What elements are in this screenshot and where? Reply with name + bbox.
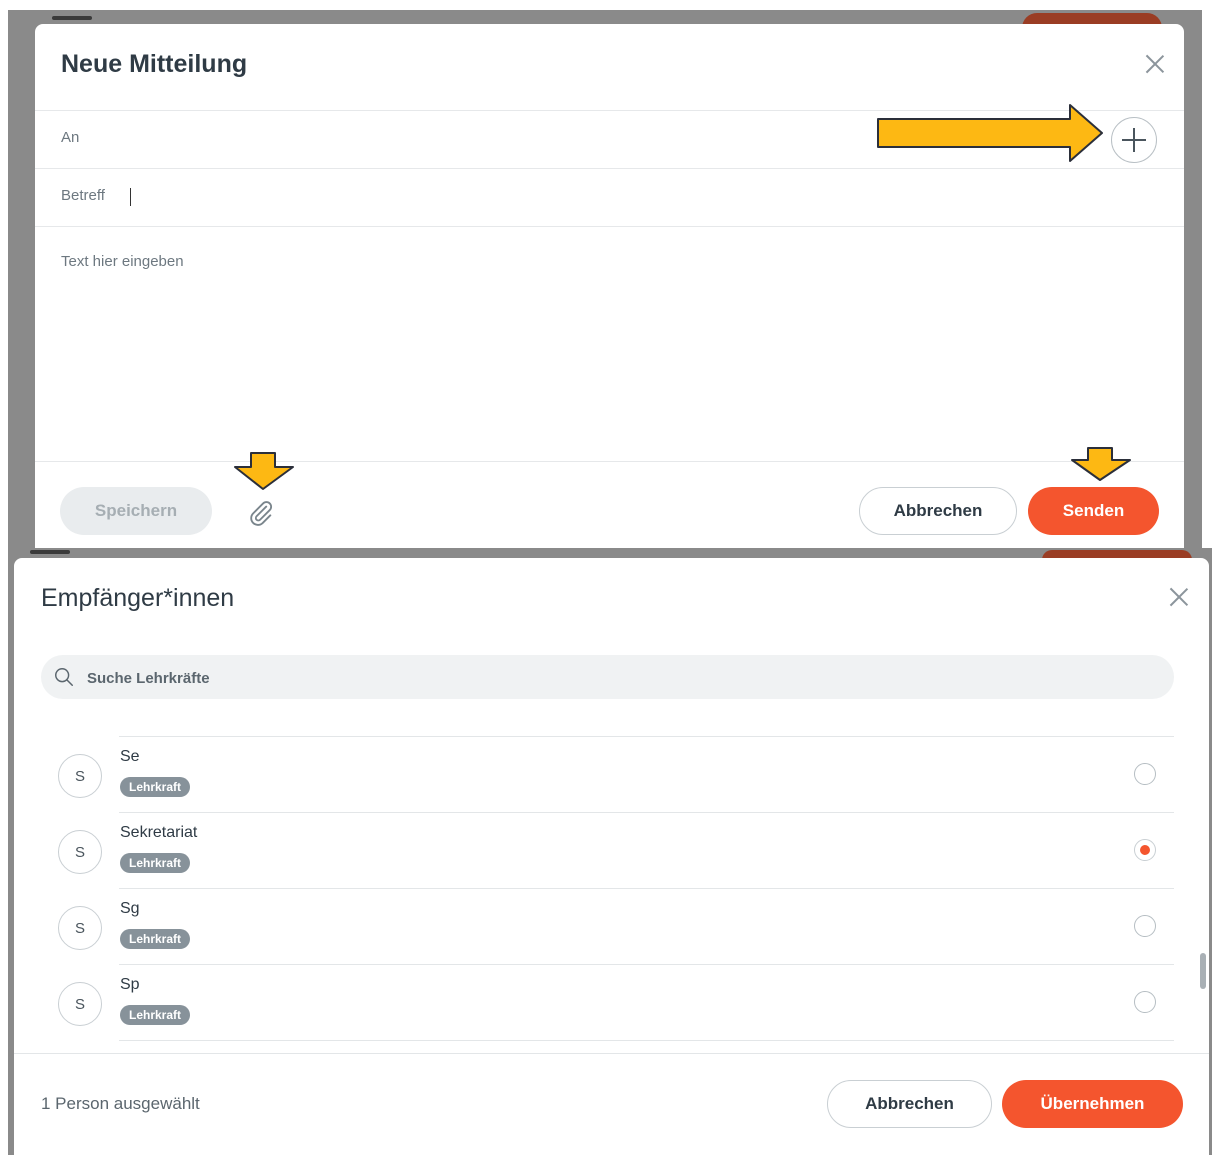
selected-count: 1 Person ausgewählt [41,1094,200,1113]
recipient-name: Sp [120,976,140,993]
dialog-title: Empfänger*innen [41,584,235,612]
avatar: S [58,830,102,874]
avatar: S [58,982,102,1026]
close-icon[interactable] [1168,586,1190,608]
search-icon [55,668,73,686]
role-badge: Lehrkraft [120,929,191,949]
divider [35,168,1184,169]
apply-button[interactable]: Übernehmen [1002,1080,1183,1128]
role-badge: Lehrkraft [120,853,191,873]
list-item[interactable]: S Sp Lehrkraft [14,964,1209,1040]
add-recipient-button[interactable] [1111,117,1157,163]
select-radio[interactable] [1134,915,1156,937]
select-radio[interactable] [1134,991,1156,1013]
search-bar [41,655,1174,701]
divider [35,461,1184,462]
subject-field-label: Betreff [61,187,105,204]
divider [14,1053,1209,1054]
list-item[interactable]: S Se Lehrkraft [14,736,1209,812]
search-input[interactable] [85,655,1159,701]
role-badge: Lehrkraft [120,777,191,797]
down-arrow-icon [234,452,294,490]
right-arrow-icon [877,104,1103,162]
list-item[interactable]: S Sekretariat Lehrkraft [14,812,1209,888]
send-button[interactable]: Senden [1028,487,1159,535]
down-arrow-icon [1071,447,1131,481]
paperclip-icon[interactable] [247,499,275,527]
recipient-name: Sg [120,900,140,917]
row-divider [119,1040,1174,1041]
avatar: S [58,906,102,950]
close-icon[interactable] [1144,53,1166,75]
recipient-name: Se [120,748,140,765]
cancel-button[interactable]: Abbrechen [827,1080,992,1128]
list-item[interactable]: S Sg Lehrkraft [14,888,1209,964]
message-body-input[interactable]: Text hier eingeben [61,253,184,270]
role-badge: Lehrkraft [120,1005,191,1025]
recipient-list: S Se Lehrkraft S Sekretariat Lehrkraft S… [14,736,1209,1052]
cancel-button[interactable]: Abbrechen [859,487,1017,535]
select-radio[interactable] [1134,839,1156,861]
background-heading-fragment [52,16,92,20]
scrollbar-thumb[interactable] [1200,953,1206,989]
select-radio[interactable] [1134,763,1156,785]
divider [35,226,1184,227]
background-heading-fragment [30,550,70,554]
subject-input-caret[interactable] [130,188,131,206]
recipients-dialog: Empfänger*innen S Se Lehrkraft S Sekreta… [14,558,1209,1155]
dialog-title: Neue Mitteilung [61,50,248,78]
to-field-label: An [61,129,80,146]
recipient-name: Sekretariat [120,824,198,841]
save-button[interactable]: Speichern [60,487,212,535]
avatar: S [58,754,102,798]
